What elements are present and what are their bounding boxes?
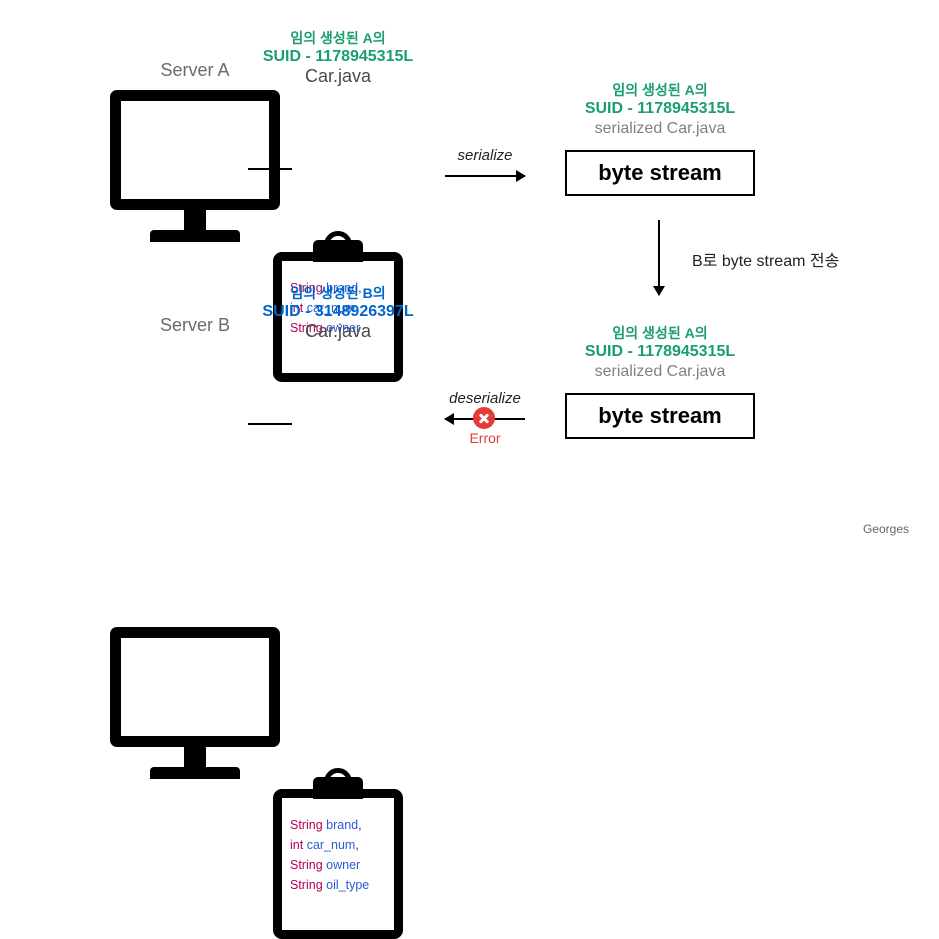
clipboard-clip-icon	[313, 240, 363, 262]
serialized-label-top: serialized Car.java	[565, 120, 755, 138]
byte-stream-box-top: byte stream	[565, 150, 755, 196]
suid-b-line1: 임의 생성된 B의	[252, 283, 424, 303]
suid-stream-top: 임의 생성된 A의 SUID - 1178945315L	[565, 80, 755, 118]
author-label: Georges	[863, 522, 909, 536]
suid-stream-top-line1: 임의 생성된 A의	[565, 80, 755, 100]
field-row: String brand,	[290, 818, 386, 832]
suid-a-line2: SUID - 1178945315L	[258, 48, 418, 66]
car-java-label-a: Car.java	[258, 66, 418, 87]
clipboard-clip-icon	[313, 777, 363, 799]
field-row: String oil_type	[290, 878, 386, 892]
car-java-label-b: Car.java	[258, 321, 418, 342]
arrow-serialize	[445, 175, 525, 177]
server-a-label: Server A	[110, 60, 280, 81]
suid-stream-top-line2: SUID - 1178945315L	[565, 100, 755, 118]
arrow-transfer	[658, 220, 660, 295]
transfer-label: B로 byte stream 전송	[692, 247, 839, 271]
suid-a-line1: 임의 생성된 A의	[258, 28, 418, 48]
suid-stream-bottom-line1: 임의 생성된 A의	[565, 323, 755, 343]
clipboard-b: String brand, int car_num, String owner …	[273, 789, 403, 939]
serialized-label-bottom: serialized Car.java	[565, 363, 755, 381]
suid-b-line2: SUID - 3148926397L	[252, 303, 424, 321]
field-row: String owner	[290, 858, 386, 872]
suid-b-block: 임의 생성된 B의 SUID - 3148926397L	[252, 283, 424, 321]
error-label: Error	[440, 430, 530, 446]
connector-line	[248, 423, 292, 425]
error-icon	[473, 407, 495, 429]
suid-stream-bottom-line2: SUID - 1178945315L	[565, 343, 755, 361]
deserialize-label: deserialize	[440, 390, 530, 407]
suid-stream-bottom: 임의 생성된 A의 SUID - 1178945315L	[565, 323, 755, 361]
connector-line	[248, 168, 292, 170]
suid-a-block: 임의 생성된 A의 SUID - 1178945315L	[258, 28, 418, 66]
field-row: int car_num,	[290, 838, 386, 852]
server-b-monitor	[110, 627, 280, 779]
byte-stream-box-bottom: byte stream	[565, 393, 755, 439]
server-a-monitor	[110, 90, 280, 242]
serialize-label: serialize	[440, 147, 530, 164]
